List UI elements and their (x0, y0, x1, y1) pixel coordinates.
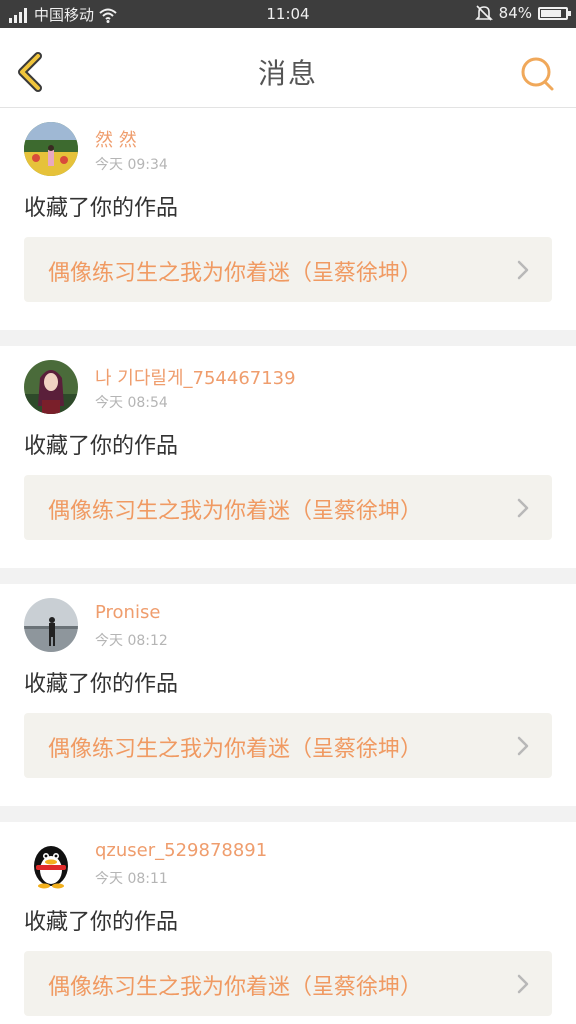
header: 消息 (0, 28, 576, 108)
battery-fill (541, 9, 562, 17)
search-icon[interactable] (520, 56, 556, 92)
work-link[interactable]: 偶像练习生之我为你着迷（呈蔡徐坤） (24, 951, 552, 1016)
status-bar: 中国移动 11:04 84% (0, 0, 576, 28)
status-right: 84% (474, 4, 571, 22)
work-link[interactable]: 偶像练习生之我为你着迷（呈蔡徐坤） (24, 475, 552, 540)
work-link[interactable]: 偶像练习生之我为你着迷（呈蔡徐坤） (24, 237, 552, 302)
username[interactable]: 나 기다릴게_754467139 (95, 364, 296, 390)
chevron-right-icon (517, 736, 529, 756)
avatar[interactable] (24, 836, 78, 890)
action-text: 收藏了你的作品 (24, 434, 179, 459)
page-title: 消息 (257, 57, 318, 90)
work-title: 偶像练习生之我为你着迷（呈蔡徐坤） (48, 737, 423, 762)
mute-icon (474, 5, 493, 21)
action-text: 收藏了你的作品 (24, 910, 179, 935)
avatar-image (24, 360, 78, 414)
message-card: qzuser_529878891 今天 08:11 收藏了你的作品 偶像练习生之… (0, 822, 576, 1024)
chevron-right-icon (517, 498, 529, 518)
battery-icon (538, 6, 571, 20)
work-title: 偶像练习生之我为你着迷（呈蔡徐坤） (48, 975, 423, 1000)
work-title: 偶像练习生之我为你着迷（呈蔡徐坤） (48, 499, 423, 524)
battery-percent: 84% (498, 4, 532, 22)
avatar[interactable] (24, 122, 78, 176)
username[interactable]: 然 然 (95, 126, 137, 152)
message-card: Pronise 今天 08:12 收藏了你的作品 偶像练习生之我为你着迷（呈蔡徐… (0, 584, 576, 806)
chevron-right-icon (517, 260, 529, 280)
avatar[interactable] (24, 598, 78, 652)
work-title: 偶像练习生之我为你着迷（呈蔡徐坤） (48, 261, 423, 286)
chevron-right-icon (517, 974, 529, 994)
qq-penguin-icon (24, 836, 78, 890)
timestamp: 今天 08:54 (95, 395, 168, 411)
message-card: 나 기다릴게_754467139 今天 08:54 收藏了你的作品 偶像练习生之… (0, 346, 576, 568)
avatar-image (24, 598, 78, 652)
avatar[interactable] (24, 360, 78, 414)
message-card: 然 然 今天 09:34 收藏了你的作品 偶像练习生之我为你着迷（呈蔡徐坤） (0, 108, 576, 330)
timestamp: 今天 08:11 (95, 871, 168, 887)
action-text: 收藏了你的作品 (24, 196, 179, 221)
action-text: 收藏了你的作品 (24, 672, 179, 697)
avatar-image (24, 122, 78, 176)
username[interactable]: qzuser_529878891 (95, 840, 267, 861)
timestamp: 今天 09:34 (95, 157, 168, 173)
username[interactable]: Pronise (95, 602, 160, 623)
work-link[interactable]: 偶像练习生之我为你着迷（呈蔡徐坤） (24, 713, 552, 778)
timestamp: 今天 08:12 (95, 633, 168, 649)
